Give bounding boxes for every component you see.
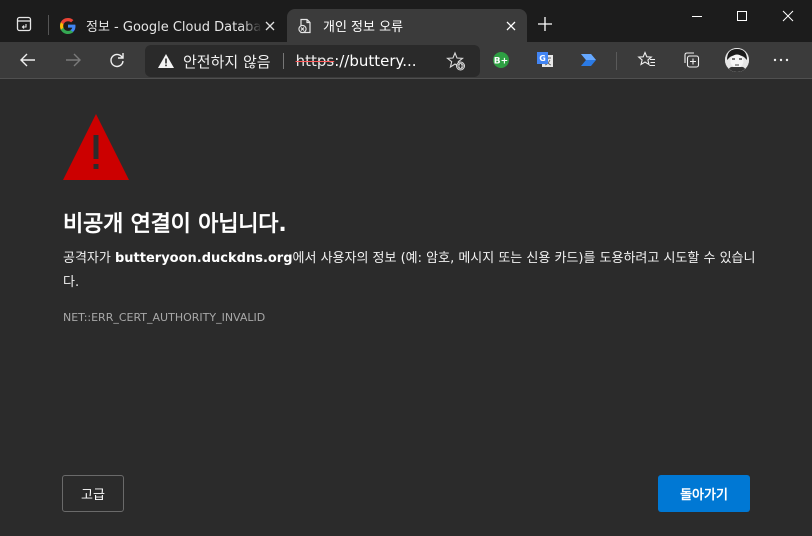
maximize-icon[interactable]	[732, 6, 752, 26]
warning-triangle-icon	[63, 114, 129, 180]
omnibox-divider	[282, 53, 284, 69]
b-plus-extension-icon[interactable]: B+	[491, 50, 511, 70]
minimize-icon[interactable]	[687, 6, 707, 26]
tab-privacy-error[interactable]: 개인 정보 오류	[287, 9, 527, 42]
add-favorite-icon[interactable]	[446, 51, 466, 71]
error-page: 비공개 연결이 아닙니다. 공격자가 butteryoon.duckdns.or…	[0, 80, 812, 536]
url-scheme: https	[295, 52, 335, 70]
more-options-icon[interactable]	[771, 50, 791, 70]
new-tab-icon[interactable]	[535, 14, 555, 34]
page-error-icon	[298, 18, 311, 33]
site-domain: butteryoon.duckdns.org	[114, 251, 293, 266]
svg-text:B+: B+	[494, 57, 508, 67]
url-text[interactable]: https://buttery...	[296, 52, 417, 70]
toolbar-divider	[616, 52, 617, 70]
profile-avatar[interactable]	[725, 48, 749, 72]
collections-icon[interactable]	[681, 50, 701, 70]
svg-text:G: G	[539, 54, 546, 63]
security-indicator[interactable]: 안전하지 않음	[145, 45, 271, 77]
navigation-toolbar: 안전하지 않음 https://buttery... B+ G	[0, 42, 812, 79]
page-title: 비공개 연결이 아닙니다.	[63, 212, 287, 237]
error-code[interactable]: NET::ERR_CERT_AUTHORITY_INVALID	[63, 311, 265, 324]
url-rest: ://buttery...	[334, 52, 417, 70]
google-g-icon	[60, 17, 76, 34]
refresh-icon[interactable]	[107, 50, 127, 70]
tab-actions-icon[interactable]	[16, 16, 32, 32]
tab-divider	[48, 15, 49, 35]
tab-title: 정보 - Google Cloud Database W	[86, 20, 262, 35]
avatar-image	[725, 48, 749, 72]
close-tab-icon[interactable]	[503, 18, 519, 34]
tab-title: 개인 정보 오류	[323, 20, 404, 35]
forward-arrow-icon[interactable]	[63, 50, 83, 70]
power-automate-extension-icon[interactable]	[579, 50, 599, 70]
tab-google-cloud[interactable]: 정보 - Google Cloud Database W	[52, 9, 286, 42]
error-description: 공격자가 butteryoon.duckdns.org에서 사용자의 정보 (예…	[63, 247, 763, 295]
favorites-icon[interactable]	[637, 50, 657, 70]
tab-strip: 정보 - Google Cloud Database W 개인 정보 오류	[0, 0, 812, 42]
close-tab-icon[interactable]	[262, 18, 278, 34]
advanced-button[interactable]: 고급	[62, 475, 124, 512]
back-arrow-icon[interactable]	[18, 50, 38, 70]
go-back-button[interactable]: 돌아가기	[658, 475, 750, 512]
close-window-icon[interactable]	[778, 6, 798, 26]
google-translate-extension-icon[interactable]: G	[535, 50, 555, 70]
security-label: 안전하지 않음	[183, 52, 271, 71]
desc-prefix: 공격자가	[63, 251, 115, 266]
address-bar[interactable]: 안전하지 않음 https://buttery...	[145, 45, 480, 77]
warning-icon	[158, 54, 174, 68]
